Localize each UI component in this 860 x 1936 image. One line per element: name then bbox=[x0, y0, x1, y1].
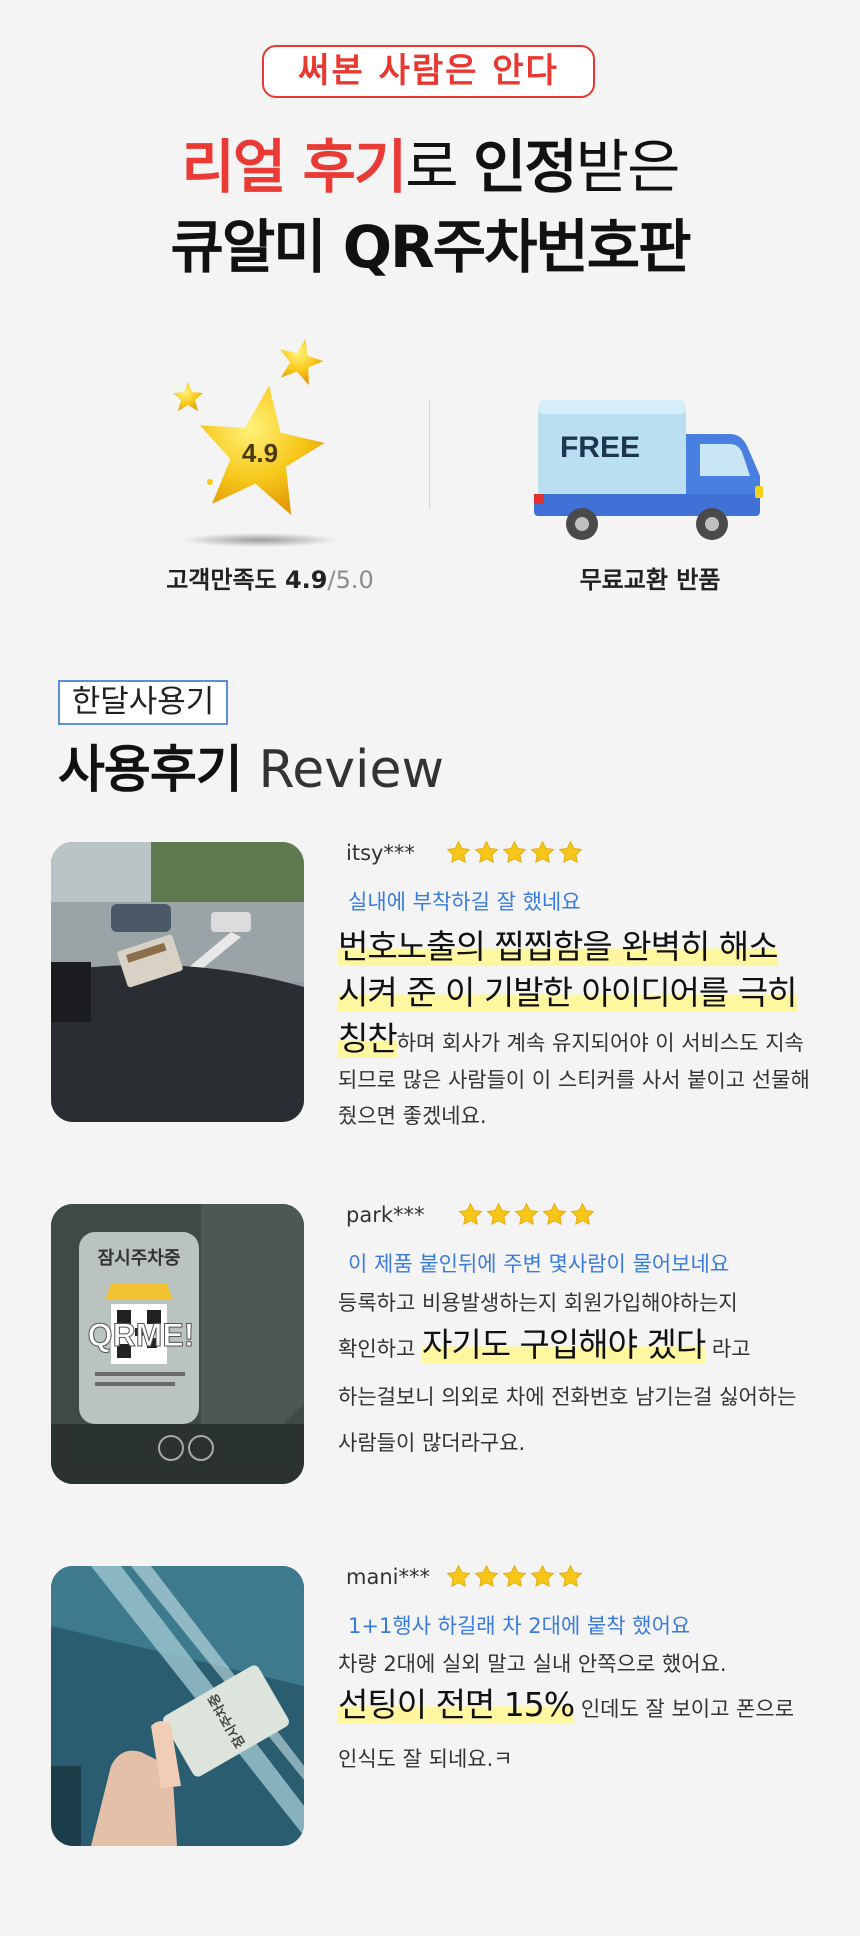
review-section-title: 사용후기 Review bbox=[58, 728, 444, 802]
review-highlight-3: 선팅이 전면 15% bbox=[338, 1685, 575, 1724]
review-text-2c: 하는걸보니 의외로 차에 전화번호 남기는걸 싫어하는 bbox=[338, 1385, 797, 1409]
review-user-3: mani*** bbox=[346, 1565, 430, 1589]
headline-text-1: 로 bbox=[405, 133, 473, 201]
review-text-1c: 하며 회사가 계속 유지되어야 이 서비스도 지속 bbox=[396, 1031, 804, 1055]
review-stars-1 bbox=[446, 840, 583, 865]
review-text-2b-post: 라고 bbox=[705, 1337, 751, 1361]
review-text-1e: 줬으면 좋겠네요. bbox=[338, 1104, 487, 1128]
headline-bold-text: 인정 bbox=[472, 133, 578, 201]
photo-logo-text-2: QRME! bbox=[88, 1317, 195, 1353]
star-icon bbox=[486, 1202, 511, 1226]
review-body-1: 번호노출의 찝찝함을 완벽히 해소 시켜 준 이 기발한 아이디어를 극히 칭찬… bbox=[338, 924, 818, 1134]
star-icon bbox=[502, 1564, 527, 1588]
headline-text-2: 받은 bbox=[575, 133, 681, 201]
review-text-3a: 차량 2대에 실외 말고 실내 안쪽으로 했어요. bbox=[338, 1652, 727, 1676]
stats-divider bbox=[429, 400, 430, 510]
star-icon bbox=[514, 1202, 539, 1226]
review-text-3b-post: 인데도 잘 보이고 폰으로 bbox=[574, 1697, 795, 1721]
satisfaction-max: /5.0 bbox=[327, 566, 374, 594]
review-user-1: itsy*** bbox=[346, 841, 415, 865]
star-icon bbox=[446, 1564, 471, 1588]
review-title-ko: 사용후기 bbox=[58, 741, 243, 800]
review-highlight-2: 자기도 구입해야 겠다 bbox=[421, 1325, 706, 1364]
star-icon bbox=[542, 1202, 567, 1226]
star-icon bbox=[570, 1202, 595, 1226]
review-title-en: Review bbox=[258, 740, 444, 800]
star-icon bbox=[446, 840, 471, 864]
review-tag: 한달사용기 bbox=[58, 680, 228, 725]
free-text: FREE bbox=[560, 431, 640, 464]
review-text-2a: 등록하고 비용발생하는지 회원가입해야하는지 bbox=[338, 1291, 738, 1315]
review-photo-3: 잠시주차중 bbox=[51, 1566, 304, 1846]
review-stars-3 bbox=[446, 1564, 583, 1589]
review-body-2: 등록하고 비용발생하는지 회원가입해야하는지 확인하고 자기도 구입해야 겠다 … bbox=[338, 1284, 828, 1466]
delivery-truck-illustration: FREE bbox=[530, 390, 770, 550]
star-icon bbox=[458, 1202, 483, 1226]
review-stars-2 bbox=[458, 1202, 595, 1227]
star-icon bbox=[530, 840, 555, 864]
headline-line-1: 리얼 후기로 인정받은 bbox=[0, 120, 860, 204]
star-icon bbox=[558, 1564, 583, 1588]
tagline-badge: 써본 사람은 안다 bbox=[262, 45, 595, 98]
star-icon bbox=[474, 1564, 499, 1588]
headline-line-2: 큐알미 QR주차번호판 bbox=[170, 213, 691, 281]
review-photo-1 bbox=[51, 842, 304, 1122]
star-icon bbox=[474, 840, 499, 864]
review-text-2d: 사람들이 많더라구요. bbox=[338, 1431, 526, 1455]
rating-star-illustration: 4.9 bbox=[160, 330, 360, 550]
review-photo-2: 잠시주차중 QRME! bbox=[51, 1204, 304, 1484]
review-highlight-1c: 칭찬 bbox=[338, 1019, 398, 1058]
photo-sign-text-2: 잠시주차중 bbox=[98, 1248, 181, 1268]
review-user-2: park*** bbox=[346, 1203, 425, 1227]
star-icon bbox=[530, 1564, 555, 1588]
star-icon bbox=[558, 840, 583, 864]
review-title-1: 실내에 부착하길 잘 했네요 bbox=[348, 890, 581, 914]
review-title-2: 이 제품 붙인뒤에 주변 몇사람이 물어보네요 bbox=[348, 1252, 730, 1276]
review-text-3c: 인식도 잘 되네요.ㅋ bbox=[338, 1747, 513, 1771]
review-highlight-1b: 시켜 준 이 기발한 아이디어를 극히 bbox=[338, 973, 797, 1012]
satisfaction-text: 고객만족도 4.9 bbox=[166, 566, 328, 594]
review-title-3: 1+1행사 하길래 차 2대에 붙착 했어요 bbox=[348, 1614, 691, 1638]
review-text-2b-pre: 확인하고 bbox=[338, 1337, 422, 1361]
exchange-label: 무료교환 반품 bbox=[579, 566, 721, 594]
satisfaction-label: 고객만족도 4.9/5.0 bbox=[150, 560, 390, 595]
review-highlight-1a: 번호노출의 찝찝함을 완벽히 해소 bbox=[338, 927, 779, 966]
headline-red-text: 리얼 후기 bbox=[181, 133, 408, 201]
review-body-3: 차량 2대에 실외 말고 실내 안쪽으로 했어요. 선팅이 전면 15% 인데도… bbox=[338, 1646, 828, 1782]
review-text-1d: 되므로 많은 사람들이 이 스티커를 사서 붙이고 선물해 bbox=[338, 1068, 810, 1092]
rating-value: 4.9 bbox=[242, 438, 278, 468]
star-icon bbox=[502, 840, 527, 864]
